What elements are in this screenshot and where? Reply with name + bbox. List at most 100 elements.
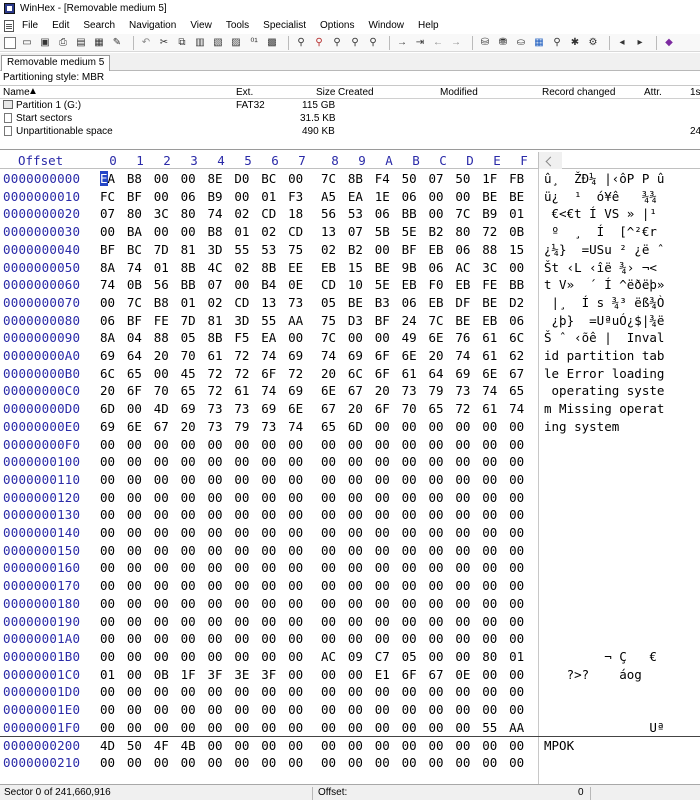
row-bytes[interactable]: 8A 04 88 05 8B F5 EA 00 7C 00 00 49 6E 76 61 6C <box>100 330 536 345</box>
hex-byte[interactable]: 00 <box>429 490 456 505</box>
hex-byte[interactable]: 6E <box>429 330 456 345</box>
hex-byte[interactable]: BB <box>509 277 536 292</box>
hex-byte[interactable]: 69 <box>288 383 315 398</box>
hex-byte[interactable]: 65 <box>127 366 154 381</box>
hex-byte[interactable]: 00 <box>455 738 482 753</box>
hex-byte[interactable]: 00 <box>181 472 208 487</box>
row-bytes[interactable]: 00 00 00 00 00 00 00 00 00 00 00 00 00 00 00 00 <box>100 507 536 522</box>
copy-icon[interactable]: ⧉ <box>175 36 189 49</box>
hex-byte[interactable]: 00 <box>181 684 208 699</box>
hex-byte[interactable]: 02 <box>234 206 261 221</box>
hex-byte[interactable]: 00 <box>100 578 127 593</box>
hex-byte[interactable]: 00 <box>321 454 348 469</box>
hex-byte[interactable]: 55 <box>482 720 509 735</box>
hex-byte[interactable]: 00 <box>482 419 509 434</box>
hex-byte[interactable]: 74 <box>261 383 288 398</box>
hex-byte[interactable]: 00 <box>321 755 348 770</box>
hex-byte[interactable]: 00 <box>234 525 261 540</box>
hex-byte[interactable]: 00 <box>429 507 456 522</box>
hex-row[interactable]: 0000000190 00 00 00 00 00 00 00 00 00 00 00 00 00 00 00… <box>0 613 700 631</box>
hex-byte[interactable]: 00 <box>100 702 127 717</box>
replace-text-icon[interactable]: ⚲ <box>330 36 344 49</box>
hex-byte[interactable]: 02 <box>208 295 235 310</box>
hex-byte[interactable]: BE <box>482 189 509 204</box>
hex-byte[interactable]: EB <box>321 260 348 275</box>
hex-byte[interactable]: 20 <box>375 383 402 398</box>
hex-byte[interactable]: 1E <box>375 189 402 204</box>
hex-byte[interactable]: 00 <box>154 560 181 575</box>
hex-byte[interactable]: 00 <box>234 490 261 505</box>
hex-byte[interactable]: 69 <box>288 348 315 363</box>
partition-row[interactable]: Start sectors 31.5 KB <box>0 112 700 125</box>
row-bytes[interactable]: 00 00 00 00 00 00 00 00 00 00 00 00 00 00 00 00 <box>100 472 536 487</box>
hex-byte[interactable]: FC <box>100 189 127 204</box>
hex-byte[interactable]: 01 <box>509 649 536 664</box>
hex-byte[interactable]: 00 <box>321 437 348 452</box>
hex-byte[interactable]: 00 <box>348 596 375 611</box>
hex-row[interactable]: 0000000050 8A 74 01 8B 4C 02 8B EE EB 15 BE 9B 06 AC 3C… <box>0 259 700 277</box>
fill-icon[interactable]: ▩ <box>265 36 279 49</box>
hex-byte[interactable]: 7C <box>127 295 154 310</box>
menu-search[interactable]: Search <box>83 19 115 32</box>
hex-byte[interactable]: 6E <box>321 383 348 398</box>
hex-byte[interactable]: 00 <box>288 171 315 186</box>
hex-byte[interactable]: 00 <box>261 596 288 611</box>
hex-byte[interactable]: 00 <box>402 543 429 558</box>
hex-byte[interactable]: 00 <box>455 578 482 593</box>
hex-byte[interactable]: 74 <box>127 260 154 275</box>
hex-byte[interactable]: 00 <box>348 490 375 505</box>
menu-file[interactable]: File <box>22 19 38 32</box>
properties-icon[interactable]: ▤ <box>74 36 88 49</box>
row-bytes[interactable]: 00 00 00 00 00 00 00 00 00 00 00 00 00 00 55 AA <box>100 720 536 735</box>
hex-row[interactable]: 0000000080 06 BF FE 7D 81 3D 55 AA 75 D3 BF 24 7C BE EB… <box>0 312 700 330</box>
hex-byte[interactable]: 7D <box>154 242 181 257</box>
hex-byte[interactable]: 00 <box>455 490 482 505</box>
hex-byte[interactable]: 4F <box>154 738 181 753</box>
hex-byte[interactable]: B8 <box>154 295 181 310</box>
hex-byte[interactable]: 6E <box>288 401 315 416</box>
hex-byte[interactable]: 00 <box>321 596 348 611</box>
hex-byte[interactable]: 00 <box>509 738 536 753</box>
hex-byte[interactable]: BF <box>375 313 402 328</box>
hex-byte[interactable]: 80 <box>181 206 208 221</box>
hex-byte[interactable]: 05 <box>181 330 208 345</box>
hex-byte[interactable]: 00 <box>127 649 154 664</box>
hex-byte[interactable]: 00 <box>402 419 429 434</box>
hex-byte[interactable]: B2 <box>429 224 456 239</box>
hex-byte[interactable]: 00 <box>208 507 235 522</box>
hex-byte[interactable]: 06 <box>181 189 208 204</box>
hex-byte[interactable]: 00 <box>154 578 181 593</box>
hex-byte[interactable]: 75 <box>288 242 315 257</box>
hex-byte[interactable]: 7C <box>429 313 456 328</box>
hex-byte[interactable]: 49 <box>402 330 429 345</box>
row-bytes[interactable]: 00 00 00 00 00 00 00 00 00 00 00 00 00 00 00 00 <box>100 631 536 646</box>
hex-byte[interactable]: 4D <box>154 401 181 416</box>
hex-byte[interactable]: B4 <box>261 277 288 292</box>
hex-byte[interactable]: 00 <box>154 525 181 540</box>
hex-byte[interactable]: 01 <box>509 206 536 221</box>
hex-row[interactable]: 0000000120 00 00 00 00 00 00 00 00 00 00 00 00 00 00 00… <box>0 489 700 507</box>
hex-row[interactable]: 0000000160 00 00 00 00 00 00 00 00 00 00 00 00 00 00 00… <box>0 559 700 577</box>
hex-byte[interactable]: 00 <box>402 560 429 575</box>
row-bytes[interactable]: 00 00 00 00 00 00 00 00 00 00 00 00 00 00 00 00 <box>100 578 536 593</box>
hex-byte[interactable]: 6D <box>100 401 127 416</box>
hex-byte[interactable]: 00 <box>455 702 482 717</box>
hex-byte[interactable]: 00 <box>261 578 288 593</box>
hex-byte[interactable]: 00 <box>375 614 402 629</box>
hex-byte[interactable]: 00 <box>429 684 456 699</box>
hex-byte[interactable]: 00 <box>375 596 402 611</box>
hex-byte[interactable]: 00 <box>288 543 315 558</box>
hex-byte[interactable]: 00 <box>127 596 154 611</box>
row-bytes[interactable]: 07 80 3C 80 74 02 CD 18 56 53 06 BB 00 7C B9 01 <box>100 206 536 221</box>
hex-byte[interactable]: BE <box>509 189 536 204</box>
hex-byte[interactable]: 6E <box>482 366 509 381</box>
hex-byte[interactable]: 02 <box>321 242 348 257</box>
hex-byte[interactable]: 00 <box>509 525 536 540</box>
hex-byte[interactable]: 00 <box>261 525 288 540</box>
hex-byte[interactable]: 00 <box>455 614 482 629</box>
hex-byte[interactable]: 00 <box>429 578 456 593</box>
hex-byte[interactable]: 4B <box>181 738 208 753</box>
hex-byte[interactable]: 00 <box>402 596 429 611</box>
hex-byte[interactable]: 00 <box>402 631 429 646</box>
hex-byte[interactable]: 00 <box>261 631 288 646</box>
